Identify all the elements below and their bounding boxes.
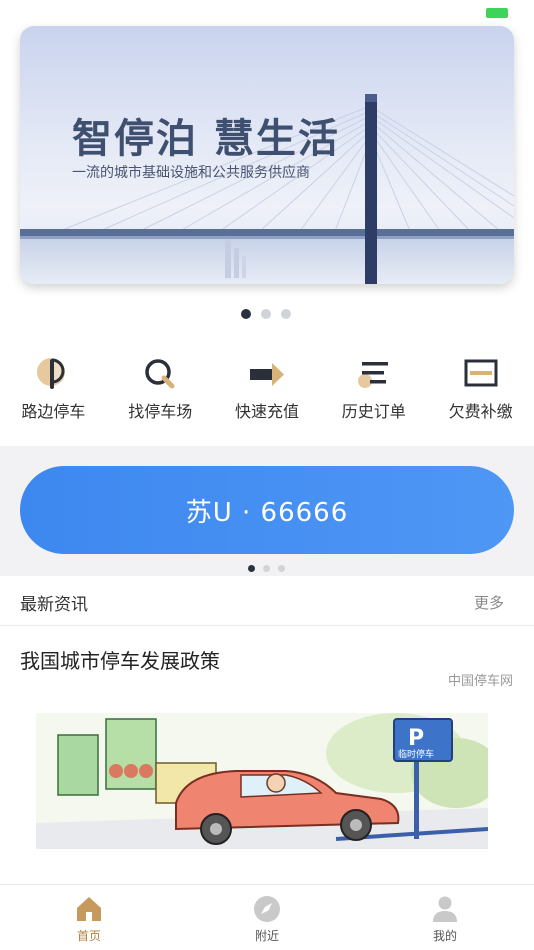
quick-action-label: 快速充值 — [234, 402, 299, 421]
roadside-parking-icon — [37, 358, 66, 389]
news-header: 最新资讯 更多 — [0, 576, 534, 626]
quick-recharge-icon — [249, 363, 284, 386]
history-order-button[interactable]: 历史订单 — [320, 356, 427, 426]
quick-recharge-button[interactable]: 快速充值 — [214, 356, 321, 426]
quick-action-label: 路边停车 — [21, 402, 86, 421]
status-bar — [0, 0, 534, 26]
arrears-payment-button[interactable]: 欠费补缴 — [427, 356, 534, 426]
quick-action-label: 找停车场 — [128, 402, 193, 421]
bottom-tab-bar: 首页 附近 我的 — [0, 884, 534, 950]
quick-action-label: 历史订单 — [341, 402, 406, 421]
battery-icon — [486, 8, 508, 18]
article-image[interactable]: P 临时停车 — [36, 713, 488, 849]
parking-cartoon-illustration: P 临时停车 — [36, 713, 488, 849]
arrears-payment-icon — [464, 359, 498, 387]
quick-action-label: 欠费补缴 — [448, 402, 513, 421]
banner-subtitle: 一流的城市基础设施和公共服务供应商 — [72, 165, 310, 181]
user-icon — [433, 896, 457, 922]
license-plate-card[interactable]: 苏U · 66666 — [20, 466, 514, 554]
svg-text:P: P — [408, 726, 424, 751]
quick-actions: 路边停车 找停车场 快速充值 历史订单 欠费补缴 — [0, 356, 534, 426]
license-plate-number: 苏U · 66666 — [185, 497, 349, 528]
tab-label: 首页 — [76, 929, 101, 943]
page-dot — [263, 565, 270, 572]
banner-title: 智停泊 慧生活 — [72, 116, 340, 162]
page-dot — [261, 309, 271, 319]
compass-icon — [254, 896, 280, 922]
tab-label: 附近 — [254, 929, 279, 943]
news-section-title: 最新资讯 — [20, 595, 88, 615]
page-dot-active — [248, 565, 255, 572]
roadside-parking-button[interactable]: 路边停车 — [0, 356, 107, 426]
article-source: 中国停车网 — [447, 674, 513, 689]
banner-page-indicator — [241, 309, 291, 319]
tab-label: 我的 — [432, 929, 457, 943]
find-parking-button[interactable]: 找停车场 — [107, 356, 214, 426]
page-dot — [281, 309, 291, 319]
tab-home[interactable]: 首页 — [0, 885, 178, 950]
tab-mine[interactable]: 我的 — [356, 885, 534, 950]
page-dot-active — [241, 309, 251, 319]
article-title[interactable]: 我国城市停车发展政策 — [20, 645, 220, 674]
tab-nearby[interactable]: 附近 — [178, 885, 356, 950]
home-icon — [77, 897, 101, 921]
more-link[interactable]: 更多 — [474, 592, 504, 613]
banner-carousel[interactable]: 智停泊 慧生活 一流的城市基础设施和公共服务供应商 — [20, 26, 514, 284]
page-dot — [278, 565, 285, 572]
sign-label: 临时停车 — [398, 748, 434, 760]
plate-page-indicator — [248, 565, 285, 572]
find-parking-icon — [145, 359, 175, 389]
history-order-icon — [357, 362, 388, 388]
